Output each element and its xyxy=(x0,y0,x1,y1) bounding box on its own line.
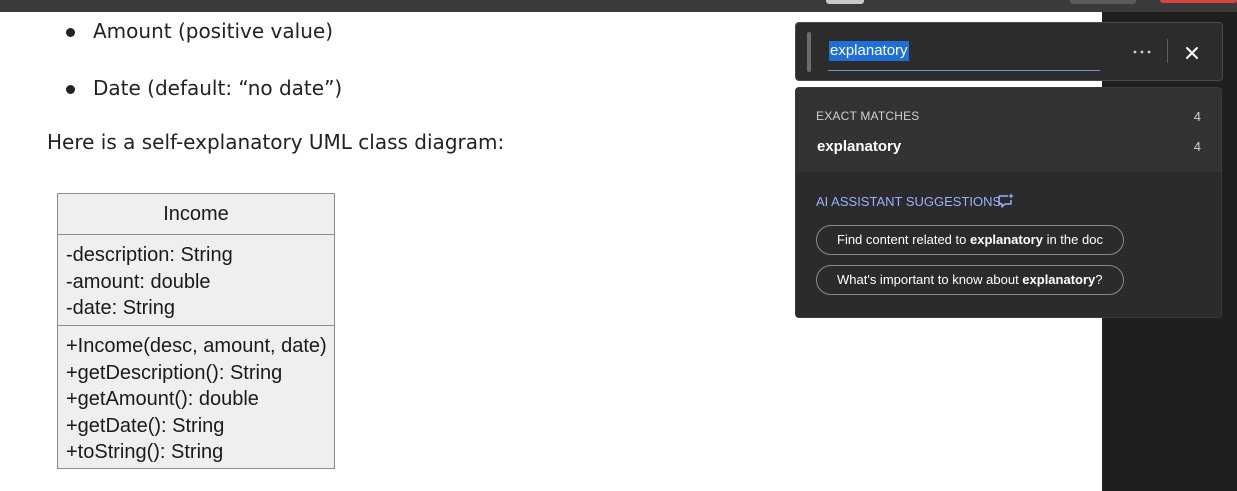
window-top-bar xyxy=(0,0,1237,12)
suggestion-term: explanatory xyxy=(1022,272,1096,287)
suggestion-chip[interactable]: Find content related to explanatory in t… xyxy=(816,225,1124,255)
top-tab-indicator xyxy=(826,0,864,4)
uml-method: +getDate(): String xyxy=(66,414,225,437)
close-icon[interactable] xyxy=(1181,39,1203,65)
match-term[interactable]: explanatory xyxy=(817,138,901,155)
uml-method: +getDescription(): String xyxy=(66,361,283,384)
top-red-indicator xyxy=(1160,0,1237,3)
top-tab-indicator xyxy=(1070,0,1136,4)
uml-method: +Income(desc, amount, date) xyxy=(66,335,327,357)
bullet-dot xyxy=(66,28,75,37)
suggestion-suffix: ? xyxy=(1095,272,1103,287)
find-input[interactable]: explanatory xyxy=(828,37,1100,71)
suggestion-chip[interactable]: What's important to know about explanato… xyxy=(816,265,1124,295)
suggestion-suffix: in the doc xyxy=(1042,232,1103,247)
uml-method: +toString(): String xyxy=(66,441,224,463)
uml-attribute: -date: String xyxy=(66,297,175,319)
list-item-text: Amount (positive value) xyxy=(93,19,333,43)
exact-matches-header: EXACT MATCHES xyxy=(816,109,920,123)
ai-suggestions-header: AI ASSISTANT SUGGESTIONS xyxy=(816,194,1002,209)
exact-matches-count: 4 xyxy=(1193,109,1201,124)
find-query-text[interactable]: explanatory xyxy=(829,41,909,61)
exact-matches-section: EXACT MATCHES 4 explanatory 4 xyxy=(796,88,1221,172)
find-bar: explanatory xyxy=(795,22,1223,81)
bullet-dot xyxy=(66,85,75,94)
uml-attributes: -description: String -amount: double -da… xyxy=(58,235,334,326)
suggestion-prefix: What's important to know about xyxy=(837,272,1023,287)
drag-handle[interactable] xyxy=(807,32,811,72)
uml-class-name: Income xyxy=(58,194,334,235)
match-term-count: 4 xyxy=(1193,139,1201,154)
suggestion-term: explanatory xyxy=(969,232,1043,247)
divider xyxy=(1167,39,1168,63)
find-results-panel: EXACT MATCHES 4 explanatory 4 AI ASSISTA… xyxy=(795,87,1222,318)
sparkle-chat-icon xyxy=(997,192,1015,210)
suggestion-prefix: Find content related to xyxy=(837,232,970,247)
uml-method: +getAmount(): double xyxy=(66,388,259,410)
list-item-text: Date (default: “no date”) xyxy=(93,76,343,100)
uml-attribute: -description: String xyxy=(66,244,233,266)
uml-attribute: -amount: double xyxy=(66,270,211,293)
paragraph-text: Here is a self-explanatory UML class dia… xyxy=(47,130,505,154)
uml-class-diagram: Income -description: String -amount: dou… xyxy=(57,193,335,469)
uml-methods: +Income(desc, amount, date) +getDescript… xyxy=(58,326,334,466)
more-horizontal-icon[interactable] xyxy=(1130,40,1154,64)
